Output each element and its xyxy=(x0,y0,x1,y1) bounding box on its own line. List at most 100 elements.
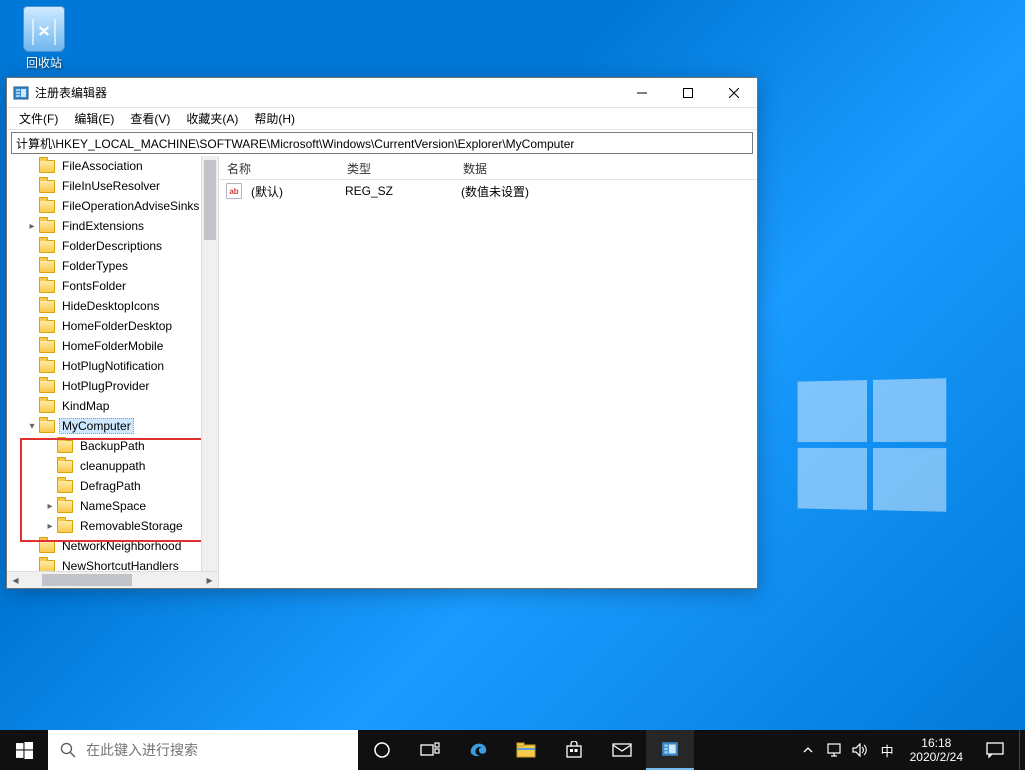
tree-node[interactable]: FolderTypes xyxy=(7,256,218,276)
address-bar[interactable] xyxy=(11,132,753,154)
folder-icon xyxy=(39,300,55,313)
tree-node[interactable]: NetworkNeighborhood xyxy=(7,536,218,556)
maximize-button[interactable] xyxy=(665,78,711,107)
tree-node-label: HotPlugProvider xyxy=(59,378,152,394)
folder-icon xyxy=(39,240,55,253)
list-body[interactable]: ab(默认)REG_SZ(数值未设置) xyxy=(219,180,757,588)
tree-node-label: RemovableStorage xyxy=(77,518,186,534)
scroll-left-icon[interactable]: ◂ xyxy=(7,572,24,589)
string-value-icon: ab xyxy=(223,183,245,199)
menu-edit[interactable]: 编辑(E) xyxy=(66,108,122,129)
tree-node[interactable]: HomeFolderDesktop xyxy=(7,316,218,336)
tree-node-label: HomeFolderMobile xyxy=(59,338,166,354)
tree-node[interactable]: HotPlugNotification xyxy=(7,356,218,376)
network-icon[interactable] xyxy=(825,743,843,757)
tree-node[interactable]: HomeFolderMobile xyxy=(7,336,218,356)
values-panel: 名称 类型 数据 ab(默认)REG_SZ(数值未设置) xyxy=(219,156,757,588)
column-type[interactable]: 类型 xyxy=(339,156,455,179)
close-button[interactable] xyxy=(711,78,757,107)
trash-icon xyxy=(23,6,65,52)
recycle-bin-icon[interactable]: 回收站 xyxy=(14,6,74,71)
menu-favorites[interactable]: 收藏夹(A) xyxy=(178,108,246,129)
mail-button[interactable] xyxy=(598,730,646,770)
menu-file[interactable]: 文件(F) xyxy=(11,108,66,129)
tree-node-label: FileInUseResolver xyxy=(59,178,163,194)
tree-panel: FileAssociation FileInUseResolver FileOper… xyxy=(7,156,219,588)
twisty-icon[interactable]: ▸ xyxy=(25,221,39,232)
folder-icon xyxy=(39,160,55,173)
tree-node[interactable]: HideDesktopIcons xyxy=(7,296,218,316)
tree-node-label: KindMap xyxy=(59,398,112,414)
column-name[interactable]: 名称 xyxy=(219,156,339,179)
tree-node[interactable]: NewShortcutHandlers xyxy=(7,556,218,571)
folder-icon xyxy=(57,440,73,453)
tree-node[interactable]: ▸ FindExtensions xyxy=(7,216,218,236)
tree-node-label: HomeFolderDesktop xyxy=(59,318,175,334)
tree-node-label: FindExtensions xyxy=(59,218,147,234)
scroll-right-icon[interactable]: ▸ xyxy=(201,572,218,589)
file-explorer-button[interactable] xyxy=(502,730,550,770)
address-input[interactable] xyxy=(12,133,752,153)
value-row[interactable]: ab(默认)REG_SZ(数值未设置) xyxy=(219,182,757,200)
tree-node[interactable]: FontsFolder xyxy=(7,276,218,296)
tree-node-label: NetworkNeighborhood xyxy=(59,538,184,554)
menu-view[interactable]: 查看(V) xyxy=(122,108,178,129)
tray-chevron-icon[interactable] xyxy=(799,745,817,755)
tree-node[interactable]: FolderDescriptions xyxy=(7,236,218,256)
volume-icon[interactable] xyxy=(851,743,869,757)
value-data: (数值未设置) xyxy=(455,183,535,200)
titlebar[interactable]: 注册表编辑器 xyxy=(7,78,757,108)
twisty-icon[interactable]: ▸ xyxy=(43,501,57,512)
tree-node-label: BackupPath xyxy=(77,438,148,454)
folder-icon xyxy=(39,400,55,413)
edge-button[interactable] xyxy=(454,730,502,770)
task-view-button[interactable] xyxy=(406,730,454,770)
tree-node[interactable]: FileOperationAdviseSinks xyxy=(7,196,218,216)
value-name: (默认) xyxy=(245,183,339,200)
recycle-bin-label: 回收站 xyxy=(26,56,62,70)
store-button[interactable] xyxy=(550,730,598,770)
folder-icon xyxy=(39,180,55,193)
tree-node[interactable]: ▾MyComputer xyxy=(7,416,218,436)
tree-node[interactable]: BackupPath xyxy=(7,436,218,456)
tree-node-label: FileOperationAdviseSinks xyxy=(59,198,202,214)
search-box[interactable] xyxy=(48,730,358,770)
ime-indicator[interactable]: 中 xyxy=(877,741,898,760)
tree-node-label: cleanuppath xyxy=(77,458,148,474)
tree-node[interactable]: ▸ NameSpace xyxy=(7,496,218,516)
cortana-button[interactable] xyxy=(358,730,406,770)
scrollbar-thumb[interactable] xyxy=(204,160,216,240)
tree-node-label: NameSpace xyxy=(77,498,149,514)
twisty-icon[interactable]: ▸ xyxy=(43,521,57,532)
show-desktop-button[interactable] xyxy=(1019,730,1025,770)
minimize-button[interactable] xyxy=(619,78,665,107)
tree-node[interactable]: FileAssociation xyxy=(7,156,218,176)
horizontal-scrollbar[interactable]: ◂ ▸ xyxy=(7,571,218,588)
column-data[interactable]: 数据 xyxy=(455,156,757,179)
tree-node[interactable]: cleanuppath xyxy=(7,456,218,476)
clock[interactable]: 16:18 2020/2/24 xyxy=(902,730,971,770)
tree-node[interactable]: HotPlugProvider xyxy=(7,376,218,396)
folder-icon xyxy=(39,560,55,572)
search-input[interactable] xyxy=(86,742,346,758)
action-center-button[interactable] xyxy=(971,730,1019,770)
tree-node[interactable]: ▸ RemovableStorage xyxy=(7,516,218,536)
regedit-button[interactable] xyxy=(646,730,694,770)
windows-logo-watermark xyxy=(798,378,947,511)
folder-icon xyxy=(39,200,55,213)
start-button[interactable] xyxy=(0,730,48,770)
tree-node[interactable]: DefragPath xyxy=(7,476,218,496)
scrollbar-thumb[interactable] xyxy=(42,574,132,586)
folder-icon xyxy=(39,380,55,393)
menu-help[interactable]: 帮助(H) xyxy=(246,108,303,129)
app-icon xyxy=(13,85,29,101)
folder-icon xyxy=(39,220,55,233)
twisty-icon[interactable]: ▾ xyxy=(25,421,39,432)
system-tray[interactable]: 中 xyxy=(795,730,902,770)
registry-tree[interactable]: FileAssociation FileInUseResolver FileOper… xyxy=(7,156,218,571)
vertical-scrollbar[interactable] xyxy=(201,156,218,571)
tree-node-label: HotPlugNotification xyxy=(59,358,167,374)
menubar: 文件(F) 编辑(E) 查看(V) 收藏夹(A) 帮助(H) xyxy=(7,108,757,130)
tree-node[interactable]: KindMap xyxy=(7,396,218,416)
tree-node[interactable]: FileInUseResolver xyxy=(7,176,218,196)
